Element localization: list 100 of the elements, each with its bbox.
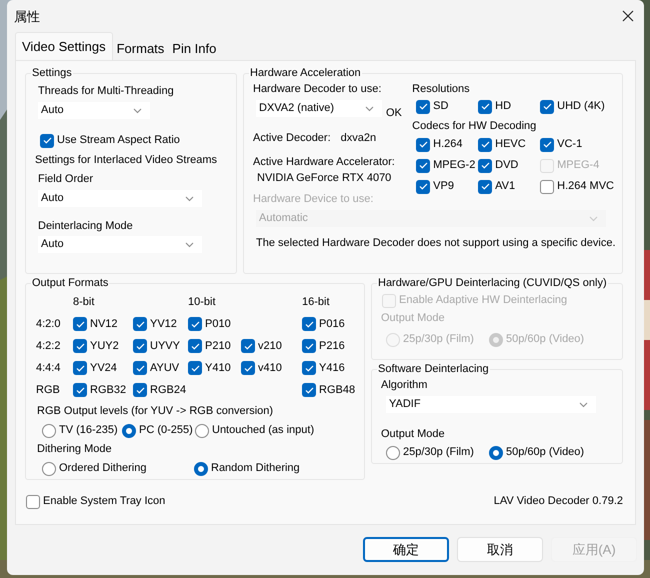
field-value: dxva2n: [340, 131, 376, 146]
status-text: OK: [386, 106, 402, 121]
section-label: Settings for Interlaced Video Streams: [35, 153, 218, 168]
section-label: Codecs for HW Decoding: [412, 119, 538, 134]
checkmark-icon: [542, 141, 552, 148]
radio-option[interactable]: 50p/60p (Video): [489, 445, 584, 460]
checkmark-icon: [136, 342, 144, 350]
group-title: Hardware Acceleration: [249, 66, 362, 81]
checkbox[interactable]: HD: [478, 99, 540, 114]
dropdown[interactable]: Auto: [38, 236, 202, 253]
checkmark-icon: [190, 320, 200, 328]
radio-option[interactable]: Ordered Dithering: [42, 461, 194, 476]
checkmark-icon: [136, 364, 144, 372]
dropdown[interactable]: YADIF: [386, 396, 596, 413]
radio-option[interactable]: 25p/30p (Film): [386, 445, 489, 460]
checkmark-icon: [480, 183, 490, 190]
radio-option[interactable]: Untouched (as input): [195, 423, 314, 438]
field-label: Hardware Device to use:: [252, 192, 374, 207]
checkbox[interactable]: Y410: [188, 360, 241, 376]
chevron-down-icon: [185, 196, 194, 202]
checkbox[interactable]: v210: [241, 338, 302, 354]
column-header: 16-bit: [302, 294, 331, 310]
checkbox[interactable]: Enable System Tray Icon: [26, 494, 166, 509]
group-title: Hardware/GPU Deinterlacing (CUVID/QS only): [377, 276, 608, 291]
checkbox[interactable]: H.264: [416, 137, 478, 152]
chevron-down-icon: [365, 106, 374, 112]
checkbox[interactable]: H.264 MVC: [540, 179, 614, 194]
checkbox[interactable]: SD: [416, 99, 478, 114]
checkmark-icon: [480, 103, 490, 110]
checkmark-icon: [76, 364, 84, 372]
checkmark-icon: [304, 342, 314, 350]
checkmark-icon: [480, 141, 490, 148]
tab[interactable]: Video Settings: [15, 32, 113, 60]
column-header: 10-bit: [188, 294, 217, 310]
radio-option[interactable]: PC (0-255): [122, 423, 195, 438]
field-label: Algorithm: [380, 378, 428, 393]
checkbox[interactable]: P010: [188, 316, 241, 332]
checkbox[interactable]: YV12: [133, 316, 188, 332]
field-label: Threads for Multi-Threading: [38, 84, 175, 99]
close-icon[interactable]: [622, 10, 634, 22]
field-label: Dithering Mode: [36, 442, 113, 457]
checkbox[interactable]: P016: [302, 316, 357, 332]
dropdown[interactable]: Auto: [38, 102, 150, 119]
dialog-button[interactable]: 确定: [363, 537, 449, 562]
checkbox[interactable]: Use Stream Aspect Ratio: [40, 133, 228, 148]
checkbox[interactable]: UYVY: [133, 338, 188, 354]
row-label: 4:2:2: [36, 338, 62, 354]
checkbox[interactable]: VP9: [416, 179, 478, 194]
radio-option[interactable]: TV (16-235): [42, 423, 122, 438]
row-label: 4:2:0: [36, 316, 62, 332]
chevron-down-icon: [133, 108, 142, 114]
checkmark-icon: [304, 364, 314, 372]
checkbox[interactable]: YV24: [73, 360, 133, 376]
checkmark-icon: [480, 162, 490, 169]
checkbox[interactable]: AV1: [478, 179, 540, 194]
checkmark-icon: [136, 320, 144, 328]
checkbox[interactable]: P210: [188, 338, 241, 354]
column-header: 8-bit: [73, 294, 96, 310]
checkmark-icon: [244, 364, 252, 372]
checkbox[interactable]: HEVC: [478, 137, 540, 152]
field-label: RGB Output levels (for YUV -> RGB conversion): [36, 404, 274, 419]
checkbox[interactable]: v410: [241, 360, 302, 376]
version-text: LAV Video Decoder 0.79.2: [494, 494, 623, 509]
row-label: 4:4:4: [36, 360, 62, 376]
section-label: Resolutions: [412, 82, 471, 97]
checkmark-icon: [136, 386, 144, 394]
field-label: Output Mode: [380, 311, 446, 326]
checkbox[interactable]: NV12: [73, 316, 133, 332]
checkmark-icon: [76, 342, 84, 350]
group-title: Output Formats: [31, 276, 110, 291]
checkbox[interactable]: VC-1: [540, 137, 614, 152]
dropdown[interactable]: DXVA2 (native): [256, 100, 382, 117]
checkmark-icon: [190, 342, 200, 350]
checkmark-icon: [244, 342, 252, 350]
dropdown[interactable]: Auto: [38, 190, 202, 207]
checkbox[interactable]: MPEG-2: [416, 158, 478, 173]
radio-option[interactable]: Random Dithering: [194, 461, 300, 476]
checkbox[interactable]: P216: [302, 338, 357, 354]
tab[interactable]: Pin Info: [168, 36, 220, 60]
checkbox[interactable]: UHD (4K): [540, 99, 614, 114]
group-title: Software Deinterlacing: [377, 362, 490, 377]
row-label: RGB: [36, 382, 61, 398]
checkbox[interactable]: YUY2: [73, 338, 133, 354]
checkbox[interactable]: DVD: [478, 158, 540, 173]
checkmark-icon: [76, 320, 84, 328]
field-label: Field Order: [38, 172, 94, 187]
checkmark-icon: [42, 137, 52, 144]
checkbox[interactable]: RGB24: [133, 382, 188, 398]
checkbox[interactable]: RGB48: [302, 382, 357, 398]
chevron-down-icon: [589, 216, 598, 222]
checkmark-icon: [418, 162, 428, 169]
checkbox[interactable]: RGB32: [73, 382, 133, 398]
tab[interactable]: Formats: [112, 36, 168, 60]
checkmark-icon: [76, 386, 84, 394]
dialog-button[interactable]: 取消: [457, 537, 543, 562]
checkmark-icon: [304, 386, 314, 394]
checkbox[interactable]: AYUV: [133, 360, 188, 376]
checkmark-icon: [542, 103, 552, 110]
checkbox[interactable]: Y416: [302, 360, 357, 376]
field-value: NVIDIA GeForce RTX 4070: [256, 171, 392, 186]
